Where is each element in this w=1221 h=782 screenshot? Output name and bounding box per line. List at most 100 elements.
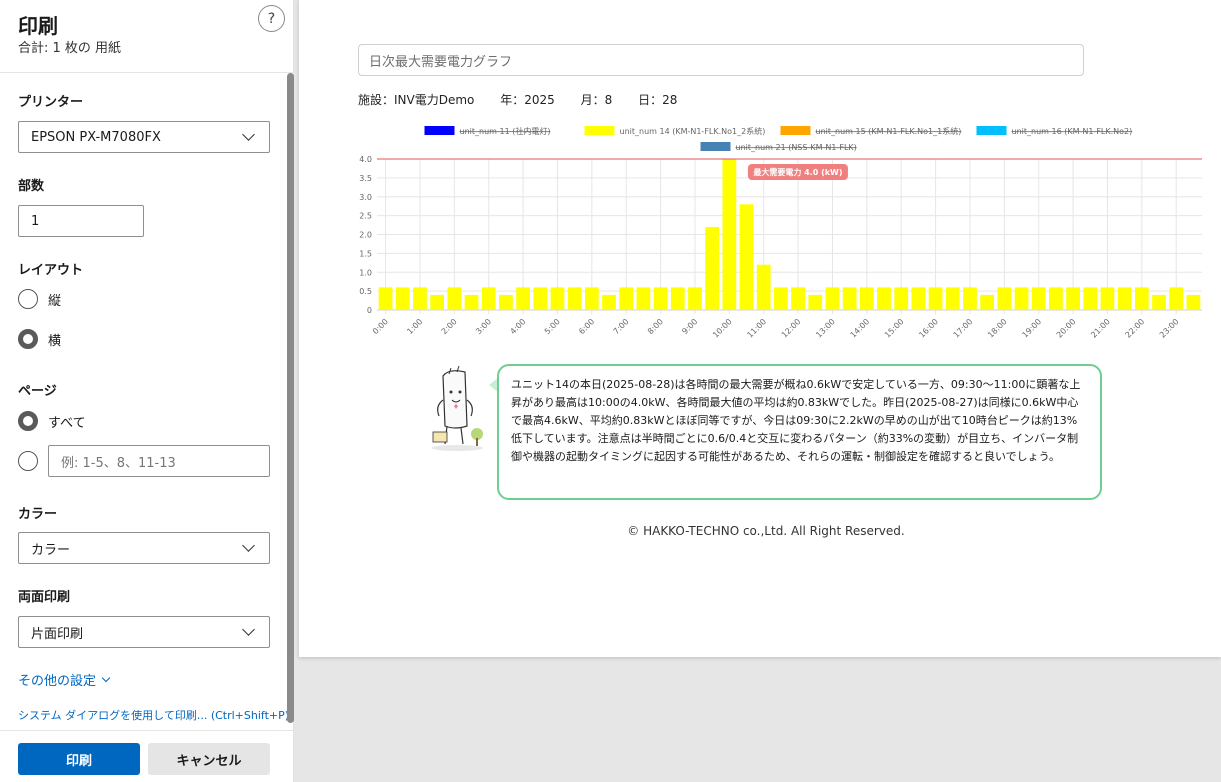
month-text: 月：8 [580,93,613,107]
bar [464,294,479,310]
bar [636,287,651,310]
bar [447,287,462,310]
mascot-illustration [431,365,483,451]
pages-all-option[interactable]: すべて [18,411,86,431]
copies-input[interactable]: 1 [18,205,144,237]
bar [705,226,720,310]
bar [791,287,805,310]
graph-title-input: 日次最大需要電力グラフ [358,44,1084,76]
bar [963,287,977,310]
legend-swatch [424,126,455,135]
duplex-select[interactable]: 片面印刷 [18,616,270,648]
help-icon: ? [267,10,276,27]
y-tick-label: 1.5 [359,249,372,258]
x-tick-label: 21:00 [1089,317,1112,340]
x-tick-label: 16:00 [917,317,940,340]
layout-landscape-option[interactable]: 横 [18,329,61,349]
x-tick-label: 9:00 [680,317,699,336]
bar [722,159,737,310]
x-tick-label: 19:00 [1020,317,1043,340]
bar [499,294,513,310]
pages-all-label: すべて [48,415,86,431]
x-tick-label: 17:00 [952,317,975,340]
bar [739,204,754,310]
bar [877,287,891,310]
print-preview-page: 日次最大需要電力グラフ 施設：INV電力Demo 年：2025 月：8 日：28… [299,0,1221,657]
bar [859,287,874,310]
x-tick-label: 22:00 [1124,317,1147,340]
more-settings-label: その他の設定 [18,674,97,689]
filter-info: 施設：INV電力Demo 年：2025 月：8 日：28 [358,91,699,108]
x-tick-label: 12:00 [780,317,803,340]
system-dialog-link[interactable]: システム ダイアログを使用して印刷... (Ctrl+Shift+P) [18,707,289,723]
bar [1100,287,1115,310]
legend-label: unit_num 14 (KM-N1-FLK.No1_2系統) [620,126,766,136]
bar [1134,287,1149,310]
legend-swatch [584,126,615,135]
panel-title: 印刷 [18,14,58,38]
x-tick-label: 20:00 [1055,317,1078,340]
layout-landscape-label: 横 [48,333,62,349]
bar [533,287,548,310]
radio-landscape[interactable] [18,329,38,349]
bar [1169,287,1184,310]
facility-text: 施設：INV電力Demo [358,93,475,107]
legend-label: unit_num 15 (KM-N1-FLK.No1_1系統) [816,126,962,136]
bar [756,264,771,310]
layout-label: レイアウト [18,263,84,278]
panel-scrollbar[interactable] [286,73,294,728]
y-tick-label: 0.5 [359,287,372,296]
copies-label: 部数 [18,179,45,194]
demand-chart: unit_num 11 (社内電灯) unit_num 14 (KM-N1-FLK… [359,126,1202,340]
bar [1186,294,1201,310]
x-tick-label: 1:00 [405,317,424,336]
y-tick-label: 2.5 [359,212,372,221]
panel-header: 印刷 合計: 1 枚の 用紙 ? [0,0,294,73]
layout-portrait-option[interactable]: 縦 [18,289,61,309]
radio-pages-range[interactable] [18,451,38,471]
x-tick-label: 0:00 [371,317,390,336]
bar [619,287,634,310]
bar [413,287,427,310]
color-select[interactable]: カラー [18,532,270,564]
bar [808,294,823,310]
bar [1049,287,1063,310]
max-demand-label: 最大需要電力 4.0 (kW) [753,167,842,177]
print-button[interactable]: 印刷 [18,743,140,775]
legend-swatch [700,142,731,151]
bar [1117,287,1132,310]
pages-label: ページ [18,384,57,399]
bar [378,287,393,310]
bar [567,287,582,310]
cancel-button[interactable]: キャンセル [148,743,270,775]
pages-range-option[interactable] [18,451,48,471]
x-tick-label: 3:00 [474,317,493,336]
y-tick-label: 0 [367,306,372,315]
bar [395,287,410,310]
legend-label: unit_num 11 (社内電灯) [460,126,551,136]
more-settings-link[interactable]: その他の設定 [18,670,111,689]
chevron-down-icon [242,128,255,141]
radio-portrait[interactable] [18,289,38,309]
bar [945,287,960,310]
scrollbar-thumb[interactable] [287,73,294,723]
chevron-down-icon [101,673,111,683]
page-range-input[interactable]: 例: 1-5、8、11-13 [48,445,270,477]
bar [1066,287,1080,310]
x-tick-label: 11:00 [745,317,768,340]
radio-pages-all[interactable] [18,411,38,431]
printer-select[interactable]: EPSON PX-M7080FX [18,121,270,153]
x-tick-label: 8:00 [646,317,665,336]
bar [1031,287,1046,310]
help-button[interactable]: ? [258,5,285,32]
bar [1014,287,1029,310]
x-tick-label: 18:00 [986,317,1009,340]
bar [825,287,840,310]
chevron-down-icon [242,623,255,636]
duplex-label: 両面印刷 [18,590,71,605]
x-tick-label: 4:00 [508,317,527,336]
bar [602,294,616,310]
legend-label: unit_num 16 (KM-N1-FLK.No2) [1012,127,1133,136]
bar [774,287,788,310]
x-tick-label: 15:00 [883,317,906,340]
